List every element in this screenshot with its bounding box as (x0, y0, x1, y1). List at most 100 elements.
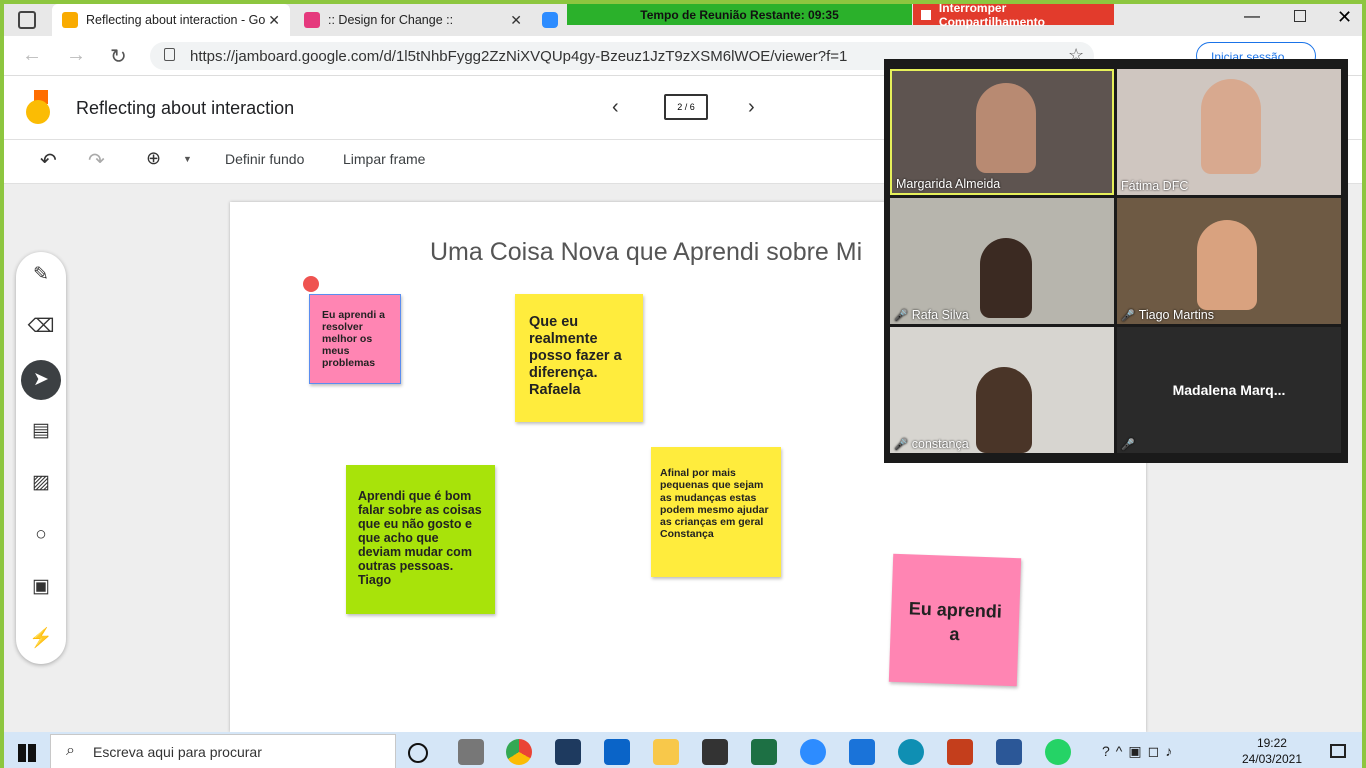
chrome-icon[interactable] (506, 739, 532, 765)
taskbar-search-input[interactable]: Escreva aqui para procurar (50, 734, 396, 768)
participant-name: Margarida Almeida (896, 177, 1001, 191)
undo-icon[interactable]: ↶ (40, 148, 57, 173)
laser-icon[interactable]: ⚡ (26, 624, 56, 654)
next-frame-icon[interactable]: › (748, 96, 755, 119)
zoom-dropdown-icon[interactable]: ▼ (183, 154, 192, 164)
close-window-icon[interactable]: ✕ (1337, 7, 1352, 28)
jamboard-icon (62, 12, 78, 28)
video-tile[interactable]: 🎤 Rafa Silva (890, 198, 1114, 324)
participant-name-row: 🎤 constança (894, 437, 969, 451)
video-tile[interactable]: Madalena Marq... 🎤 (1117, 327, 1341, 453)
task-view-icon[interactable] (458, 739, 484, 765)
muted-mic-icon: 🎤 (1121, 439, 1135, 451)
app-icon[interactable] (555, 739, 581, 765)
note-text: Eu aprendi a resolver melhor os meus pro… (322, 309, 386, 369)
system-tray-icons[interactable]: ?^▣◻♪ (1102, 743, 1178, 760)
text-box-icon[interactable]: ▣ (26, 572, 56, 602)
frame-indicator[interactable]: 2 / 6 (664, 94, 708, 120)
participant-name: constança (911, 437, 969, 451)
video-tile[interactable]: Margarida Almeida (890, 69, 1114, 195)
note-text: Aprendi que é bom falar sobre as coisas … (358, 489, 482, 587)
note-badge-icon (303, 276, 319, 292)
clear-frame-button[interactable]: Limpar frame (343, 151, 425, 167)
muted-mic-icon: 🎤 (894, 310, 908, 322)
note-text: Afinal por mais pequenas que sejam as mu… (660, 467, 769, 541)
store-icon[interactable] (702, 739, 728, 765)
forward-icon[interactable]: → (66, 44, 86, 67)
search-placeholder: Escreva aqui para procurar (93, 744, 262, 760)
notifications-icon[interactable] (1330, 744, 1346, 758)
mail-icon[interactable] (849, 739, 875, 765)
video-tile[interactable]: Fátima DFC (1117, 69, 1341, 195)
muted-mic-icon: 🎤 (1121, 310, 1135, 322)
board-title[interactable]: Reflecting about interaction (76, 98, 294, 119)
sticky-note[interactable]: Que eu realmente posso fazer a diferença… (515, 294, 643, 422)
frame-counter: 2 / 6 (677, 102, 695, 112)
maximize-icon[interactable] (1294, 10, 1306, 22)
jamboard-logo (26, 90, 54, 124)
file-explorer-icon[interactable] (653, 739, 679, 765)
close-tab-icon[interactable]: ✕ (268, 12, 280, 29)
note-text: Eu aprendi a (908, 598, 1003, 645)
lock-icon[interactable] (164, 48, 175, 61)
pen-icon[interactable]: ✎ (26, 260, 56, 290)
sticky-note[interactable]: Aprendi que é bom falar sobre as coisas … (346, 465, 495, 614)
sticky-note[interactable]: Eu aprendi a resolver melhor os meus pro… (309, 294, 401, 384)
note-text: Que eu realmente posso fazer a diferença… (529, 314, 622, 398)
stop-share-button[interactable]: Interromper Compartilhamento (913, 4, 1114, 29)
cortana-icon[interactable] (408, 743, 428, 763)
muted-mic-icon: 🎤 (894, 439, 908, 451)
prev-frame-icon[interactable]: ‹ (612, 96, 619, 119)
participant-name: Fátima DFC (1121, 179, 1189, 193)
reload-icon[interactable]: ↻ (110, 44, 127, 69)
tab-design-for-change[interactable]: :: Design for Change :: ✕ (294, 4, 532, 36)
participant-avatar (1197, 220, 1257, 310)
zoom-icon[interactable]: ⊕ (146, 148, 161, 169)
video-tile[interactable]: 🎤 constança (890, 327, 1114, 453)
screen: Reflecting about interaction - Go ✕ :: D… (0, 0, 1366, 768)
edge-icon[interactable] (898, 739, 924, 765)
participant-avatar (1201, 79, 1261, 174)
participant-name-row: 🎤 Tiago Martins (1121, 308, 1214, 322)
close-tab-icon[interactable]: ✕ (510, 12, 522, 29)
windows-start-icon[interactable] (18, 744, 36, 762)
participant-name: Tiago Martins (1138, 308, 1214, 322)
zoom-app-icon[interactable] (800, 739, 826, 765)
tab-reflecting[interactable]: Reflecting about interaction - Go ✕ (52, 4, 290, 36)
powerpoint-icon[interactable] (947, 739, 973, 765)
search-icon: ⌕ (66, 742, 75, 759)
sticky-note[interactable]: Afinal por mais pequenas que sejam as mu… (651, 447, 781, 577)
sticky-note-icon[interactable]: ▤ (26, 416, 56, 446)
clock-date: 24/03/2021 (1241, 752, 1302, 766)
back-icon[interactable]: ← (22, 44, 42, 67)
frame-title: Uma Coisa Nova que Aprendi sobre Mi (430, 238, 863, 266)
whatsapp-icon[interactable] (1045, 739, 1071, 765)
clock-time: 19:22 (1256, 736, 1287, 750)
outlook-icon[interactable] (604, 739, 630, 765)
design-for-change-icon (304, 12, 320, 28)
url-text: https://jamboard.google.com/d/1l5tNhbFyg… (190, 47, 848, 65)
minimize-icon[interactable]: — (1244, 8, 1260, 26)
participant-name: Madalena Marq... (1172, 382, 1286, 398)
participant-avatar (980, 238, 1032, 318)
tab-title: Reflecting about interaction - Go (86, 13, 266, 27)
meeting-time-banner: Tempo de Reunião Restante: 09:35 (567, 4, 912, 25)
zoom-tab-icon[interactable] (542, 12, 558, 28)
stop-share-label: Interromper Compartilhamento (938, 0, 1045, 29)
image-icon[interactable]: ▨ (26, 468, 56, 498)
word-icon[interactable] (996, 739, 1022, 765)
taskbar-clock[interactable]: 19:22 24/03/2021 (1242, 735, 1302, 767)
excel-icon[interactable] (751, 739, 777, 765)
video-tile[interactable]: 🎤 Tiago Martins (1117, 198, 1341, 324)
tab-actions-icon[interactable] (18, 11, 36, 29)
sticky-note[interactable]: Eu aprendi a (888, 553, 1022, 687)
set-background-button[interactable]: Definir fundo (225, 151, 304, 167)
participant-name-row: 🎤 Rafa Silva (894, 308, 969, 322)
tab-title: :: Design for Change :: (328, 13, 454, 27)
circle-icon[interactable]: ○ (26, 520, 56, 550)
redo-icon[interactable]: ↷ (88, 148, 105, 173)
select-icon[interactable]: ➤ (21, 360, 61, 400)
stop-icon (921, 9, 931, 20)
participant-avatar (976, 367, 1032, 453)
eraser-icon[interactable]: ⌫ (26, 312, 56, 342)
